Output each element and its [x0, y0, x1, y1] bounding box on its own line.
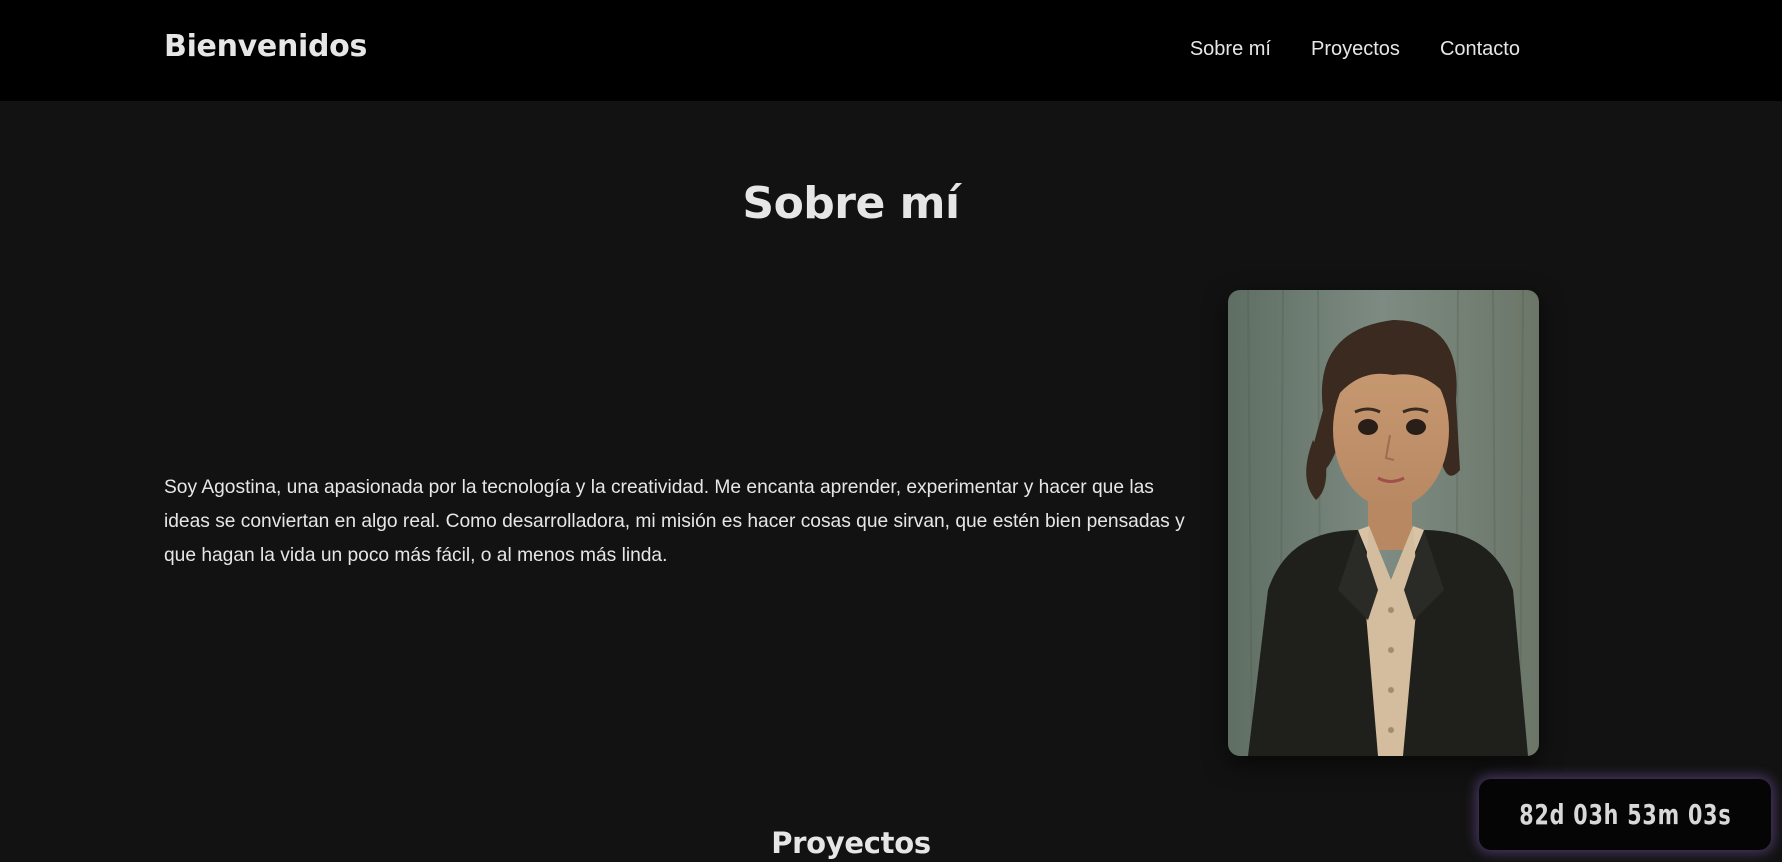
- countdown-value: 82d 03h 53m 03s: [1518, 798, 1732, 831]
- countdown-timer: 82d 03h 53m 03s: [1479, 779, 1771, 850]
- nav-link-sobre-mi[interactable]: Sobre mí: [1190, 38, 1271, 61]
- main-nav: Sobre mí Proyectos Contacto: [1190, 38, 1520, 61]
- projects-title: Proyectos: [771, 826, 931, 860]
- site-brand[interactable]: Bienvenidos: [164, 29, 367, 64]
- nav-link-proyectos[interactable]: Proyectos: [1311, 38, 1400, 61]
- nav-link-contacto[interactable]: Contacto: [1440, 38, 1520, 61]
- about-description: Soy Agostina, una apasionada por la tecn…: [164, 477, 1185, 566]
- about-title: Sobre mí: [742, 178, 960, 229]
- profile-portrait: [1228, 290, 1539, 756]
- portrait-illustration: [1228, 290, 1539, 756]
- site-header: Bienvenidos Sobre mí Proyectos Contacto: [0, 0, 1782, 101]
